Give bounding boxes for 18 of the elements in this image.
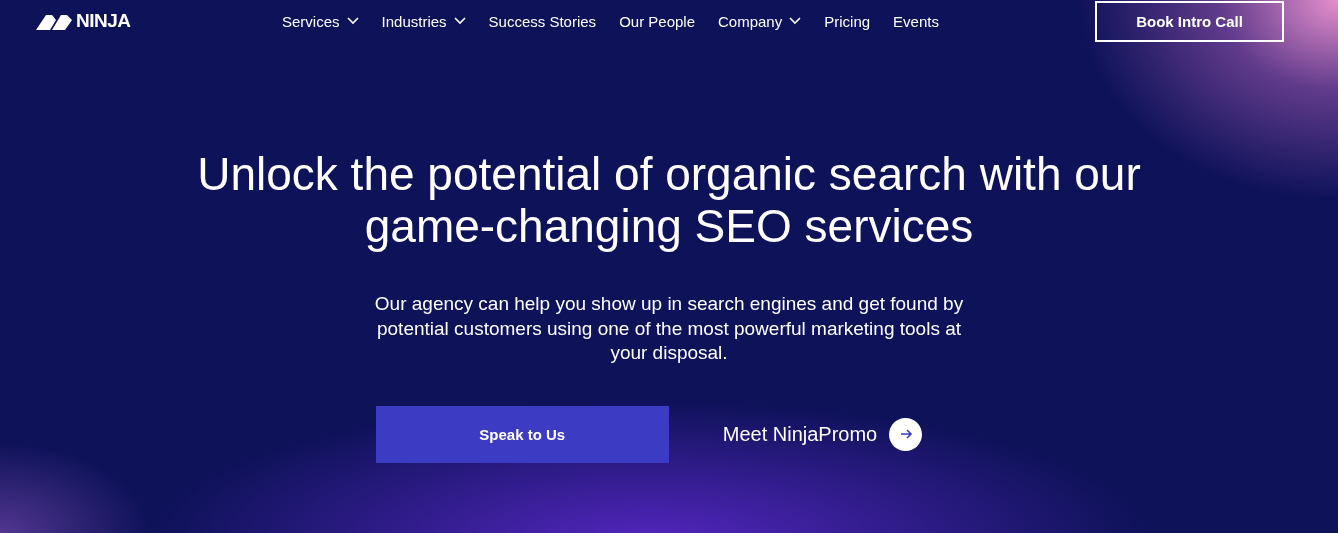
nav-dropdown[interactable]: Industries [381,12,466,30]
nav-link[interactable]: Pricing [824,12,871,30]
nav-link[interactable]: Success Stories [488,12,597,30]
speak-button[interactable]: Speak to Us [375,405,669,463]
chevron-down-icon [789,17,802,25]
book-call-button[interactable]: Book Intro Call [1095,1,1284,42]
meet-link[interactable]: Meet NinjaPromo [722,417,923,451]
logo-text: NINJA [76,10,131,32]
chevron-down-icon [346,17,359,25]
nav-link[interactable]: Our People [619,12,695,30]
nav-link[interactable]: Events [893,12,939,30]
logo-icon [36,12,72,30]
hero-text: Our agency can help you show up in search engines and get found by potential customers using one of the most powerful marketing tools at your disposal. [373,292,965,365]
headline: Unlock the potential of organic search with our game-changing SEO services [196,148,1142,252]
nav-dropdown[interactable]: Company [718,12,802,30]
nav-dropdown[interactable]: Services [282,12,359,30]
arrow-right-icon [889,417,923,451]
chevron-down-icon [453,17,466,25]
